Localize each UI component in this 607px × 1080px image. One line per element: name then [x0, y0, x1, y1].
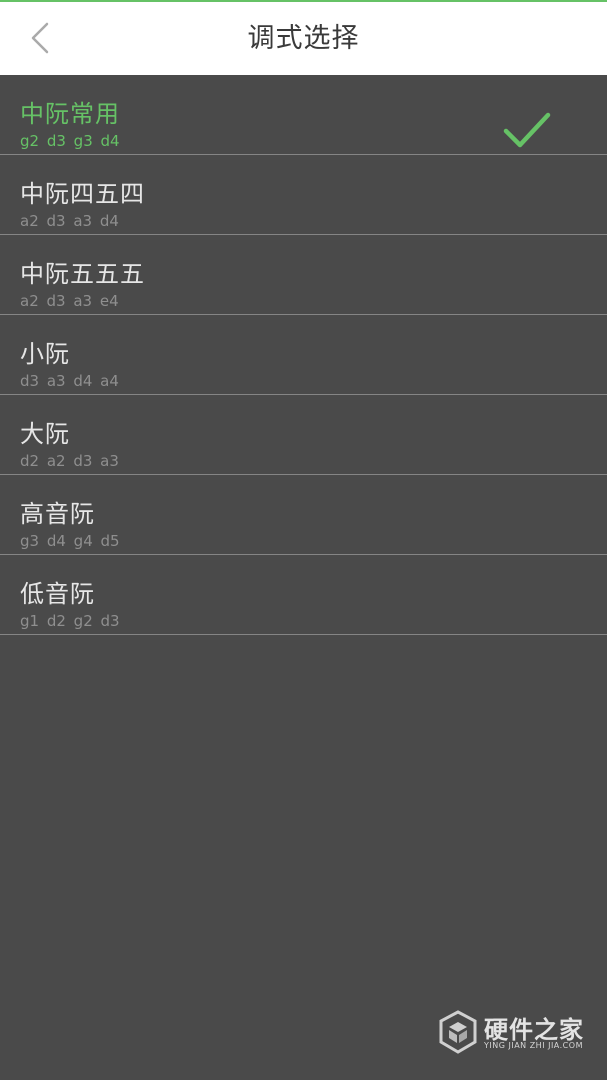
- tuning-name: 低音阮: [20, 580, 95, 608]
- tuning-notes: a2 d3 a3 d4: [20, 212, 119, 230]
- tuning-notes: a2 d3 a3 e4: [20, 292, 119, 310]
- tuning-name: 中阮常用: [20, 100, 120, 128]
- watermark: 硬件之家 YING JIAN ZHI JIA.COM: [438, 1008, 598, 1058]
- tuning-item-xiaoruan[interactable]: 小阮 d3 a3 d4 a4: [0, 315, 607, 395]
- cube-logo-icon: [439, 1010, 477, 1054]
- tuning-notes: g3 d4 g4 d5: [20, 532, 120, 550]
- tuning-item-gaoyinruan[interactable]: 高音阮 g3 d4 g4 d5: [0, 475, 607, 555]
- tuning-name: 中阮四五四: [20, 180, 145, 208]
- tuning-name: 中阮五五五: [20, 260, 145, 288]
- page-title: 调式选择: [247, 23, 360, 54]
- tuning-notes: d3 a3 d4 a4: [20, 372, 119, 390]
- tuning-name: 高音阮: [20, 500, 95, 528]
- tuning-item-zhongruan-555[interactable]: 中阮五五五 a2 d3 a3 e4: [0, 235, 607, 315]
- tuning-notes: g2 d3 g3 d4: [20, 132, 120, 150]
- watermark-subtitle: YING JIAN ZHI JIA.COM: [484, 1041, 583, 1050]
- tuning-name: 小阮: [20, 340, 70, 368]
- tuning-item-daruan[interactable]: 大阮 d2 a2 d3 a3: [0, 395, 607, 475]
- tuning-name: 大阮: [20, 420, 70, 448]
- checkmark-icon: [503, 112, 551, 148]
- tuning-item-zhongruan-common[interactable]: 中阮常用 g2 d3 g3 d4: [0, 75, 607, 155]
- top-bar: 调式选择: [0, 0, 607, 75]
- watermark-title: 硬件之家: [484, 1016, 584, 1044]
- tuning-item-zhongruan-454[interactable]: 中阮四五四 a2 d3 a3 d4: [0, 155, 607, 235]
- tuning-list: 中阮常用 g2 d3 g3 d4 中阮四五四 a2 d3 a3 d4 中阮五五五…: [0, 75, 607, 635]
- tuning-item-diyinruan[interactable]: 低音阮 g1 d2 g2 d3: [0, 555, 607, 635]
- tuning-notes: g1 d2 g2 d3: [20, 612, 120, 630]
- tuning-notes: d2 a2 d3 a3: [20, 452, 119, 470]
